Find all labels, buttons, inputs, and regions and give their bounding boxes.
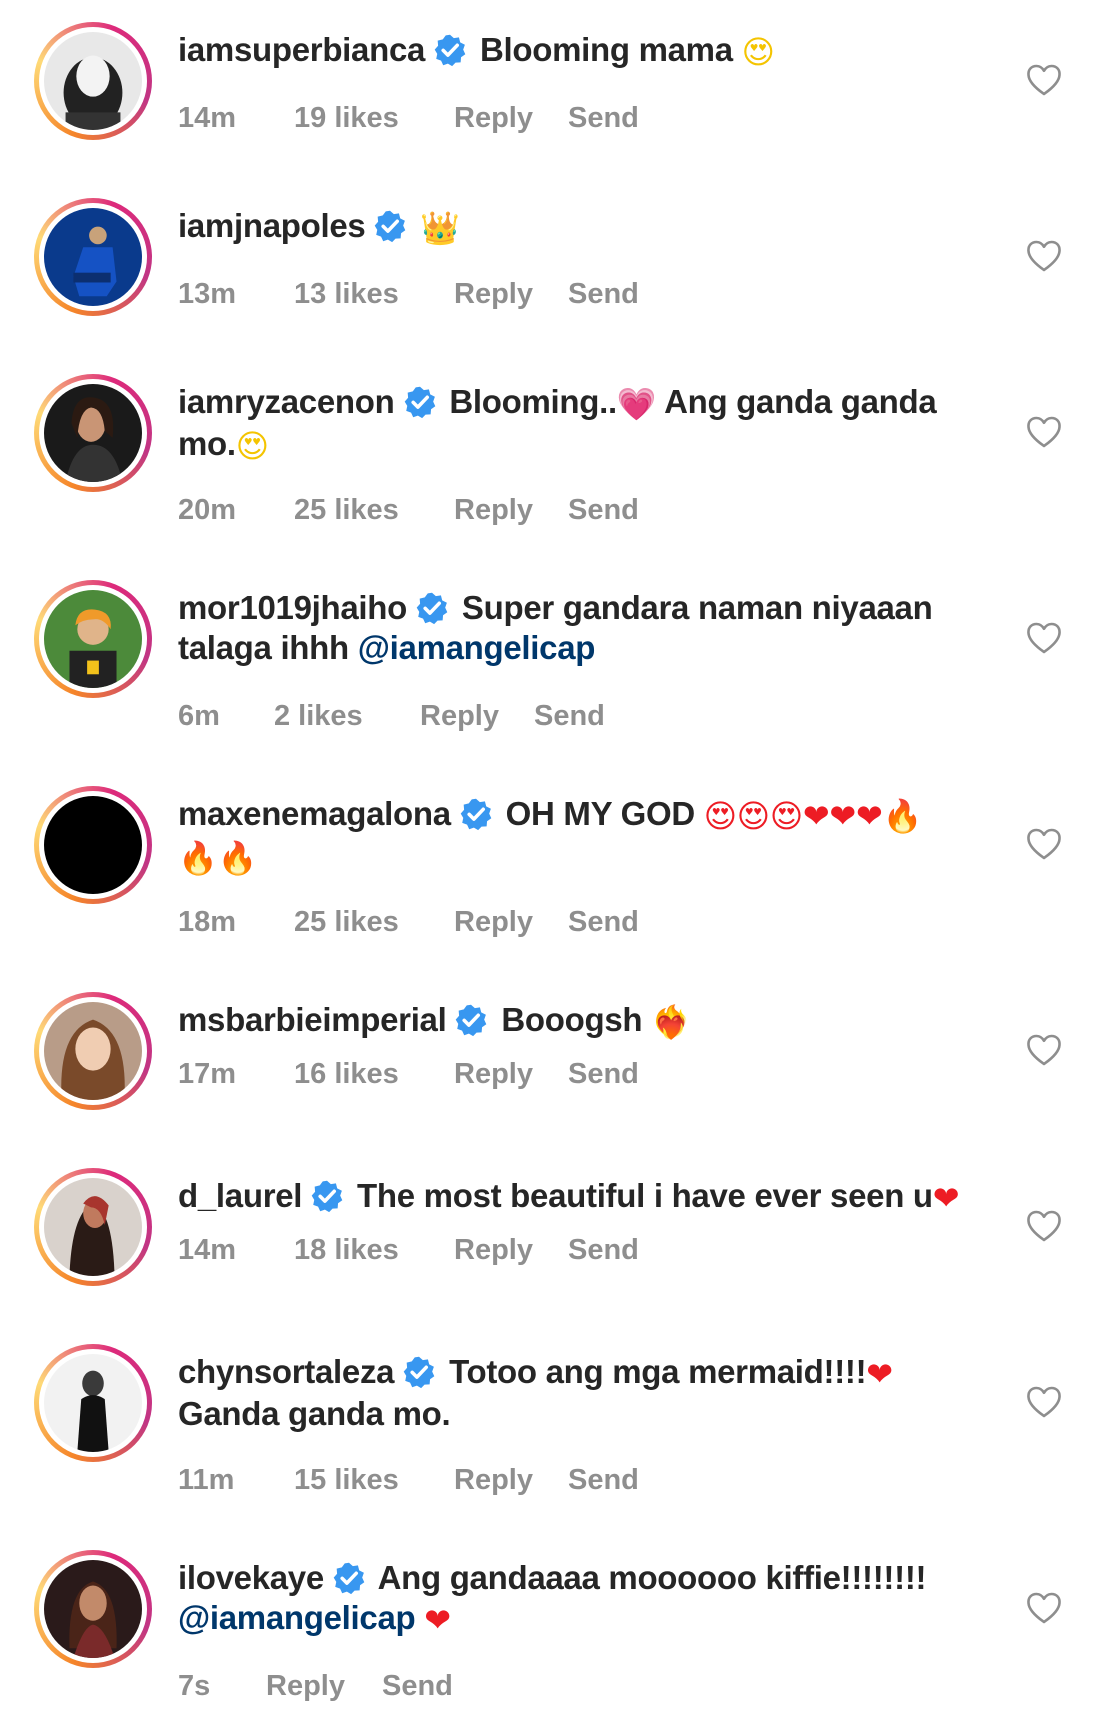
mention-link[interactable]: @iamangelicap xyxy=(178,1599,416,1636)
comment-text: OH MY GOD xyxy=(505,795,696,832)
reply-button[interactable]: Reply xyxy=(454,1464,533,1497)
comment-time: 14m xyxy=(178,102,237,134)
comment-time: 20m xyxy=(178,494,237,526)
send-button[interactable]: Send xyxy=(568,278,639,311)
reply-button[interactable]: Reply xyxy=(454,494,533,527)
verified-badge-icon xyxy=(403,385,437,419)
heart-outline-icon[interactable] xyxy=(1026,240,1062,272)
red-heart-emoji-icon: ❤ xyxy=(932,1179,960,1217)
verified-badge-icon xyxy=(373,209,407,243)
username[interactable]: iamjnapoles xyxy=(178,207,366,244)
likes-count[interactable]: 18 likes xyxy=(294,1234,399,1267)
comment-text: Booogsh xyxy=(501,1001,643,1038)
comment-time: 14m xyxy=(178,1234,237,1266)
comment-time: 18m xyxy=(178,906,237,938)
heart-outline-icon[interactable] xyxy=(1026,1386,1062,1418)
send-button[interactable]: Send xyxy=(568,1058,639,1091)
heart-on-fire-emoji-icon: ❤‍🔥 xyxy=(651,1003,691,1041)
emoji-sequence-icon: 😍😍😍❤❤❤🔥 xyxy=(703,797,923,835)
likes-count[interactable]: 25 likes xyxy=(294,906,399,939)
comment-text: mo. xyxy=(178,425,236,462)
send-button[interactable]: Send xyxy=(534,700,605,733)
comment-text: Blooming.. xyxy=(449,383,617,420)
username[interactable]: msbarbieimperial xyxy=(178,1001,447,1038)
reply-button[interactable]: Reply xyxy=(266,1670,345,1703)
reply-button[interactable]: Reply xyxy=(454,1234,533,1267)
likes-count[interactable]: 15 likes xyxy=(294,1464,399,1497)
likes-count[interactable]: 2 likes xyxy=(274,700,363,733)
comment-text: Ang ganda ganda xyxy=(664,383,937,420)
verified-badge-icon xyxy=(332,1561,366,1595)
comment-time: 13m xyxy=(178,278,237,310)
verified-badge-icon xyxy=(402,1355,436,1389)
verified-badge-icon xyxy=(454,1003,488,1037)
comment-time: 17m xyxy=(178,1058,237,1090)
reply-button[interactable]: Reply xyxy=(454,906,533,939)
red-heart-emoji-icon: ❤ xyxy=(866,1355,893,1393)
likes-count[interactable]: 19 likes xyxy=(294,102,399,135)
username[interactable]: iamryzacenon xyxy=(178,383,395,420)
send-button[interactable]: Send xyxy=(568,102,639,135)
heart-outline-icon[interactable] xyxy=(1026,828,1062,860)
send-button[interactable]: Send xyxy=(568,1464,639,1497)
heart-outline-icon[interactable] xyxy=(1026,1592,1062,1624)
verified-badge-icon xyxy=(433,33,467,67)
username[interactable]: mor1019jhaiho xyxy=(178,589,407,626)
username[interactable]: ilovekaye xyxy=(178,1559,324,1596)
avatar[interactable] xyxy=(34,1550,152,1668)
reply-button[interactable]: Reply xyxy=(454,1058,533,1091)
red-heart-emoji-icon: ❤ xyxy=(424,1601,451,1639)
reply-button[interactable]: Reply xyxy=(454,278,533,311)
send-button[interactable]: Send xyxy=(382,1670,453,1703)
fire-emoji-icon: 🔥🔥 xyxy=(178,839,258,877)
comment-text: Ganda ganda mo. xyxy=(178,1395,451,1432)
avatar[interactable] xyxy=(34,374,152,492)
username[interactable]: iamsuperbianca xyxy=(178,31,425,68)
heart-outline-icon[interactable] xyxy=(1026,416,1062,448)
comment-text: Totoo ang mga mermaid!!!! xyxy=(449,1353,867,1390)
likes-count[interactable]: 16 likes xyxy=(294,1058,399,1091)
comment-time: 11m xyxy=(178,1464,235,1496)
likes-count[interactable]: 25 likes xyxy=(294,494,399,527)
username[interactable]: d_laurel xyxy=(178,1177,302,1214)
comment-text: Ang gandaaaa moooooo kiffie!!!!!!!! xyxy=(377,1559,927,1596)
send-button[interactable]: Send xyxy=(568,494,639,527)
heart-outline-icon[interactable] xyxy=(1026,622,1062,654)
avatar[interactable] xyxy=(34,992,152,1110)
heart-outline-icon[interactable] xyxy=(1026,1034,1062,1066)
comment-text: Blooming mama xyxy=(479,31,733,68)
heart-eyes-emoji-icon: 😍 xyxy=(741,33,775,71)
avatar[interactable] xyxy=(34,580,152,698)
avatar[interactable] xyxy=(34,22,152,140)
avatar[interactable] xyxy=(34,1344,152,1462)
comment-text: talaga ihhh xyxy=(178,629,349,666)
comment-text: Super gandara naman niyaaan xyxy=(461,589,933,626)
reply-button[interactable]: Reply xyxy=(454,102,533,135)
heart-outline-icon[interactable] xyxy=(1026,64,1062,96)
avatar[interactable] xyxy=(34,786,152,904)
comment-time: 6m xyxy=(178,700,220,732)
reply-button[interactable]: Reply xyxy=(420,700,499,733)
pink-heart-emoji-icon: 💗 xyxy=(616,385,657,423)
verified-badge-icon xyxy=(310,1179,344,1213)
username[interactable]: maxenemagalona xyxy=(178,795,451,832)
crown-emoji-icon: 👑 xyxy=(420,209,460,247)
username[interactable]: chynsortaleza xyxy=(178,1353,395,1390)
send-button[interactable]: Send xyxy=(568,906,639,939)
send-button[interactable]: Send xyxy=(568,1234,639,1267)
comment-time: 7s xyxy=(178,1670,211,1702)
avatar[interactable] xyxy=(34,198,152,316)
comment-text: The most beautiful i have ever seen u xyxy=(357,1177,933,1214)
avatar[interactable] xyxy=(34,1168,152,1286)
mention-link[interactable]: @iamangelicap xyxy=(358,629,596,666)
heart-outline-icon[interactable] xyxy=(1026,1210,1062,1242)
verified-badge-icon xyxy=(459,797,493,831)
heart-eyes-emoji-icon: 😍 xyxy=(235,427,269,465)
likes-count[interactable]: 13 likes xyxy=(294,278,399,311)
verified-badge-icon xyxy=(415,591,449,625)
